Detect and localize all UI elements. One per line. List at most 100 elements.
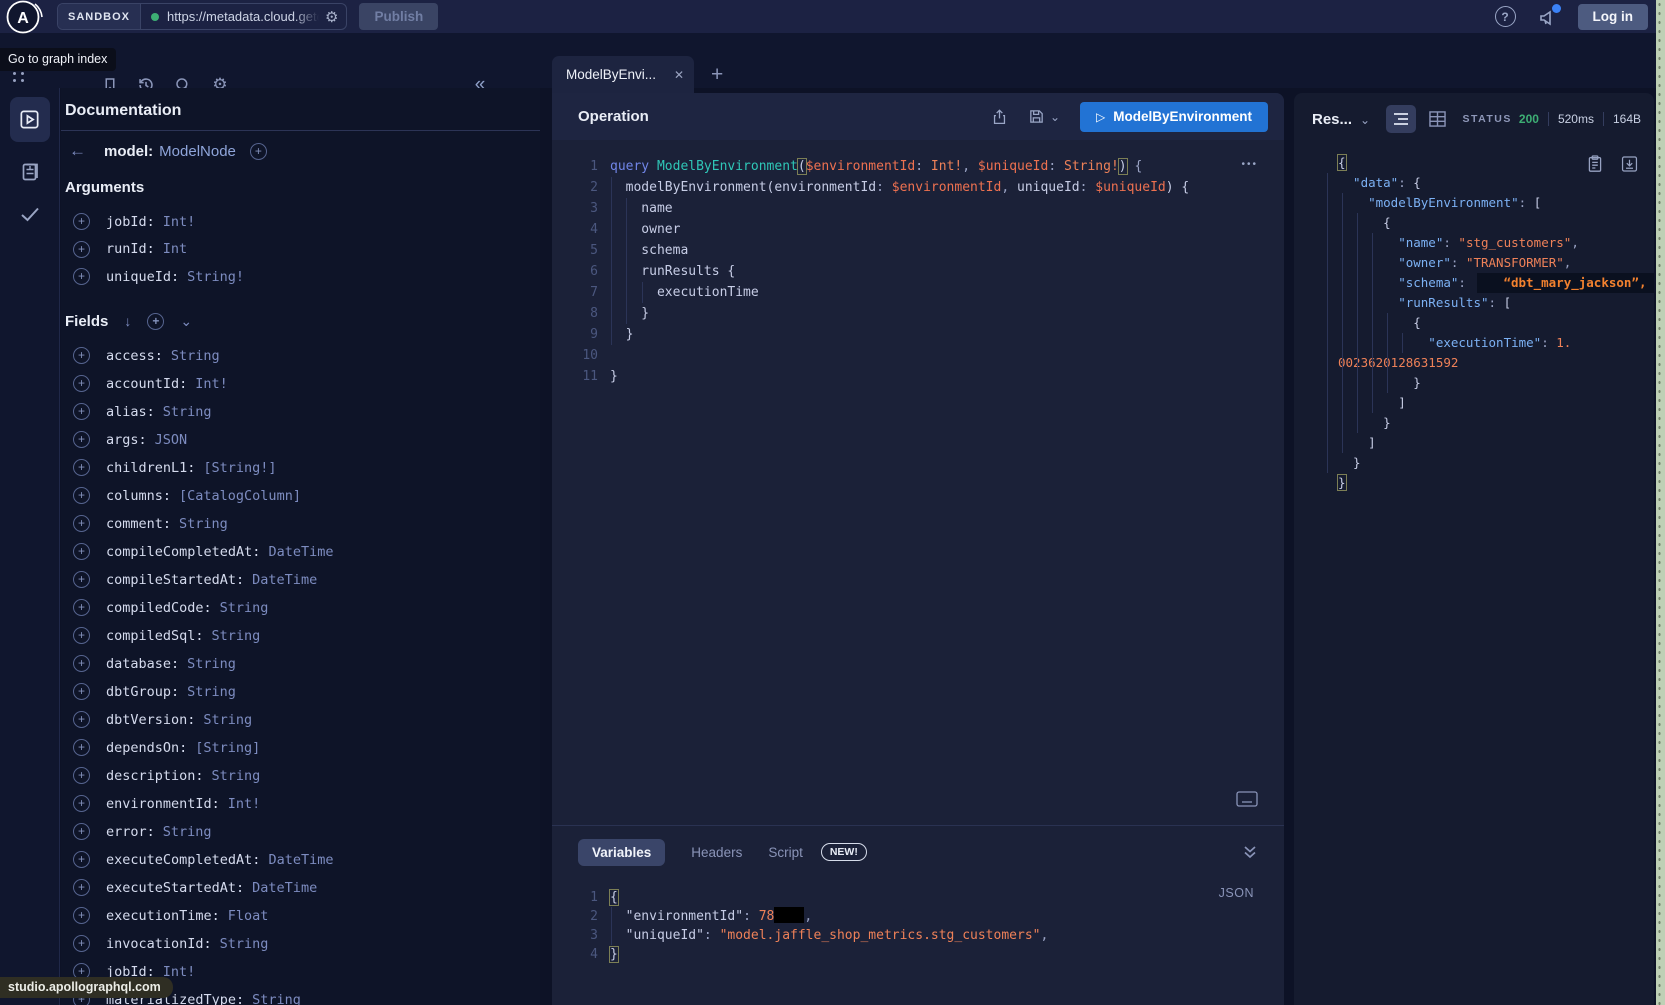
code-line: 7 executionTime xyxy=(552,282,1284,303)
fields-options-chevron-icon[interactable]: ⌄ xyxy=(180,313,192,330)
tab-headers[interactable]: Headers xyxy=(691,845,742,860)
field-name[interactable]: error: xyxy=(106,824,155,840)
fields-title: Fields xyxy=(65,313,108,330)
field-name[interactable]: compiledCode: xyxy=(106,600,212,616)
close-tab-icon[interactable]: ✕ xyxy=(674,68,684,82)
breadcrumb-type[interactable]: ModelNode xyxy=(159,143,236,160)
tab-variables[interactable]: Variables xyxy=(578,839,665,866)
add-field-button[interactable]: + xyxy=(73,795,90,812)
variables-editor[interactable]: 1{2 "environmentId": 78,3 "uniqueId": "m… xyxy=(552,878,1284,964)
add-field-button[interactable]: + xyxy=(73,739,90,756)
announcements-megaphone-icon[interactable] xyxy=(1538,7,1558,27)
share-icon[interactable] xyxy=(991,108,1008,126)
add-field-button[interactable]: + xyxy=(73,823,90,840)
line-number: 2 xyxy=(552,177,598,198)
add-field-button[interactable]: + xyxy=(73,431,90,448)
add-field-button[interactable]: + xyxy=(73,403,90,420)
url-input[interactable]: https://metadata.cloud.getd xyxy=(167,9,319,24)
field-name[interactable]: access: xyxy=(106,348,163,364)
login-button[interactable]: Log in xyxy=(1578,4,1649,30)
field-name[interactable]: alias: xyxy=(106,404,155,420)
run-play-icon: ▷ xyxy=(1096,110,1105,124)
checks-nav-button[interactable] xyxy=(18,202,42,226)
field-name[interactable]: compiledSql: xyxy=(106,628,204,644)
response-title[interactable]: Res... xyxy=(1312,111,1352,128)
publish-button[interactable]: Publish xyxy=(359,3,438,30)
add-field-button[interactable]: + xyxy=(73,515,90,532)
field-name[interactable]: database: xyxy=(106,656,179,672)
code-line: 10 xyxy=(552,345,1284,366)
add-field-button[interactable]: + xyxy=(73,375,90,392)
field-name[interactable]: environmentId: xyxy=(106,796,220,812)
add-field-button[interactable]: + xyxy=(73,599,90,616)
tab-script[interactable]: Script xyxy=(768,845,803,860)
add-field-button[interactable]: + xyxy=(73,711,90,728)
field-name[interactable]: jobId: xyxy=(106,214,155,230)
download-response-icon[interactable] xyxy=(1621,155,1638,173)
tab-modelbyenvironment[interactable]: ModelByEnvi... ✕ xyxy=(552,56,694,93)
add-field-button[interactable]: + xyxy=(73,347,90,364)
back-arrow-icon[interactable]: ← xyxy=(69,141,86,161)
field-name[interactable]: childrenL1: xyxy=(106,460,195,476)
add-field-button[interactable]: + xyxy=(73,655,90,672)
code-line: 4} xyxy=(552,945,1284,964)
field-name[interactable]: invocationId: xyxy=(106,936,212,952)
code-line: } xyxy=(1326,473,1654,493)
url-settings-gear-icon[interactable]: ⚙ xyxy=(325,8,338,26)
sort-fields-icon[interactable]: ↓ xyxy=(124,313,131,329)
add-field-button[interactable]: + xyxy=(73,683,90,700)
field-name[interactable]: compileStartedAt: xyxy=(106,572,244,588)
add-field-button[interactable]: + xyxy=(73,767,90,784)
tree-view-button[interactable] xyxy=(1386,105,1416,133)
explorer-nav-button[interactable] xyxy=(10,97,50,142)
keyboard-shortcuts-icon[interactable] xyxy=(1236,791,1258,807)
add-field-button[interactable]: + xyxy=(73,459,90,476)
add-field-button[interactable]: + xyxy=(73,907,90,924)
add-field-button[interactable]: + xyxy=(73,935,90,952)
save-options-chevron-icon[interactable]: ⌄ xyxy=(1050,110,1060,124)
add-field-button[interactable]: + xyxy=(73,241,90,258)
table-view-button[interactable] xyxy=(1429,111,1446,127)
field-name[interactable]: dependsOn: xyxy=(106,740,187,756)
help-icon[interactable]: ? xyxy=(1495,6,1516,27)
field-name[interactable]: compileCompletedAt: xyxy=(106,544,260,560)
field-name[interactable]: executionTime: xyxy=(106,908,220,924)
field-name[interactable]: executeCompletedAt: xyxy=(106,852,260,868)
graph-index-icon[interactable] xyxy=(13,72,27,83)
run-operation-button[interactable]: ▷ ModelByEnvironment xyxy=(1080,102,1268,132)
field-name[interactable]: accountId: xyxy=(106,376,187,392)
field-type: DateTime xyxy=(268,852,333,868)
field-name[interactable]: description: xyxy=(106,768,204,784)
add-field-button[interactable]: + xyxy=(73,627,90,644)
copy-response-icon[interactable] xyxy=(1587,155,1603,173)
add-field-button[interactable]: + xyxy=(73,879,90,896)
field-name[interactable]: dbtGroup: xyxy=(106,684,179,700)
field-name[interactable]: comment: xyxy=(106,516,171,532)
add-field-button[interactable]: + xyxy=(73,213,90,230)
schema-nav-button[interactable] xyxy=(18,158,42,182)
field-name[interactable]: uniqueId: xyxy=(106,269,179,285)
field-name[interactable]: args: xyxy=(106,432,147,448)
field-name[interactable]: dbtVersion: xyxy=(106,712,195,728)
indent-guide xyxy=(1342,193,1343,453)
add-field-button[interactable]: + xyxy=(73,543,90,560)
add-all-fields-button[interactable]: + xyxy=(250,143,267,160)
field-name[interactable]: executeStartedAt: xyxy=(106,880,244,896)
response-dropdown-chevron-icon[interactable]: ⌄ xyxy=(1360,113,1370,127)
save-icon[interactable]: ⌄ xyxy=(1028,108,1060,125)
add-field-button[interactable]: + xyxy=(73,487,90,504)
add-field-button[interactable]: + xyxy=(73,571,90,588)
code-line: "owner": "TRANSFORMER", xyxy=(1326,253,1654,273)
add-field-button[interactable]: + xyxy=(73,268,90,285)
field-name[interactable]: runId: xyxy=(106,241,155,257)
graphql-editor[interactable]: 1query ModelByEnvironment($environmentId… xyxy=(552,140,1284,825)
field-name[interactable]: columns: xyxy=(106,488,171,504)
apollo-logo[interactable]: A xyxy=(2,0,44,38)
response-json-viewer: { "data": { "modelByEnvironment": [ { "n… xyxy=(1294,145,1654,493)
collapse-variables-double-chevron-icon[interactable] xyxy=(1242,845,1258,859)
add-field-button[interactable]: + xyxy=(73,851,90,868)
field-type: DateTime xyxy=(268,544,333,560)
editor-more-options-icon[interactable]: ••• xyxy=(1241,159,1258,170)
add-fields-button[interactable]: + xyxy=(147,313,164,330)
new-tab-button[interactable]: + xyxy=(711,63,723,87)
